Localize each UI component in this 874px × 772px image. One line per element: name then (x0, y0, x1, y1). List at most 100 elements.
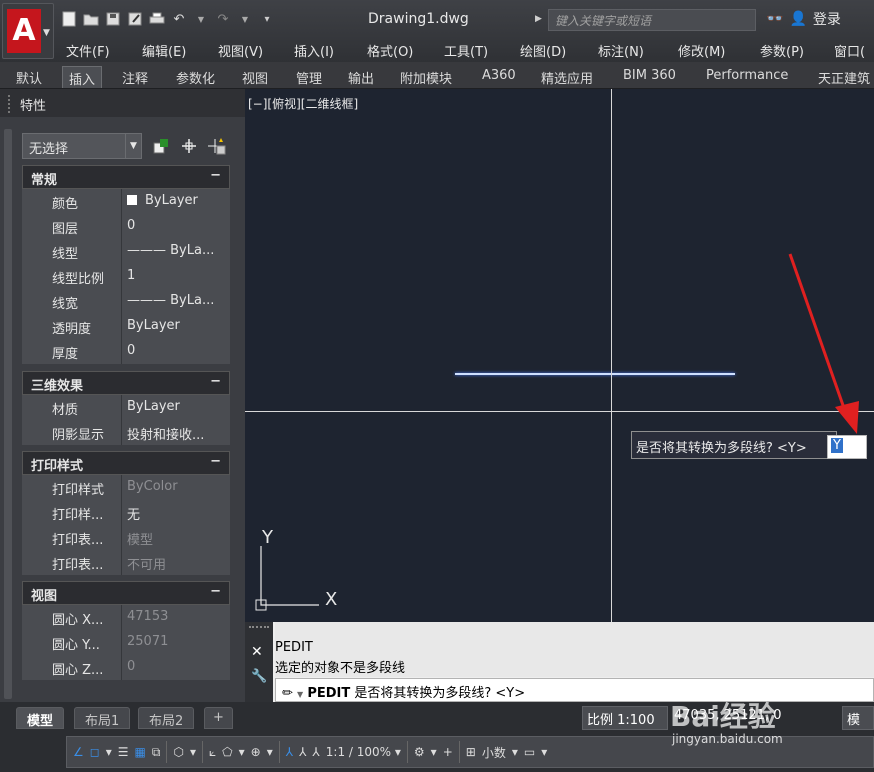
chevron-down-icon[interactable]: ▾ (512, 740, 518, 764)
customize-qat-icon[interactable]: ▾ (258, 10, 276, 28)
zoom-scale[interactable]: 1:1 / 100% ▾ (326, 740, 401, 764)
properties-title[interactable]: 特性 (0, 89, 245, 117)
chevron-down-icon[interactable]: ▾ (106, 740, 112, 764)
new-file-icon[interactable] (60, 10, 78, 28)
palette-scrollbar[interactable] (4, 129, 12, 699)
annotation-scale-icon[interactable]: ⅄ (312, 740, 319, 764)
collapse-icon[interactable]: − (210, 454, 221, 469)
chevron-down-icon[interactable]: ▾ (190, 740, 196, 764)
chevron-down-icon[interactable]: ▾ (239, 740, 245, 764)
dynamic-ucs-icon[interactable]: ⟀ (209, 740, 216, 764)
plus-icon[interactable]: + (443, 740, 453, 764)
section-header[interactable]: 打印样式 − (22, 451, 230, 475)
prop-row[interactable]: 阴影显示 投射和接收... (22, 420, 230, 445)
open-folder-icon[interactable] (82, 10, 100, 28)
tab-annotate[interactable]: 注释 (116, 66, 154, 88)
units-value[interactable]: 小数 (482, 740, 506, 764)
menu-draw[interactable]: 绘图(D) (520, 41, 566, 60)
drawing-viewport[interactable]: [−][俯视][二维线框] Y X 是否将其转换为多段线? <Y> Y (245, 89, 874, 622)
prop-row[interactable]: 圆心 Z... 0 (22, 655, 230, 680)
chevron-down-icon[interactable]: ▾ (541, 740, 547, 764)
tab-model[interactable]: 模型 (16, 707, 65, 729)
command-input[interactable]: ✏ ▼ PEDIT 是否将其转换为多段线? <Y> (275, 678, 874, 702)
collapse-icon[interactable]: − (210, 584, 221, 599)
tab-default[interactable]: 默认 (10, 66, 48, 88)
chevron-down-icon[interactable]: ▾ (267, 740, 273, 764)
prop-row[interactable]: 打印样式 ByColor (22, 475, 230, 500)
redo-icon[interactable]: ↷ (214, 10, 232, 28)
menu-modify[interactable]: 修改(M) (678, 41, 725, 60)
menu-format[interactable]: 格式(O) (367, 41, 413, 60)
prop-row[interactable]: 圆心 X... 47153 (22, 605, 230, 630)
print-icon[interactable] (148, 10, 166, 28)
prop-row[interactable]: 材质 ByLayer (22, 395, 230, 420)
palette-grip[interactable] (8, 95, 14, 113)
menu-tools[interactable]: 工具(T) (444, 41, 488, 60)
add-layout-button[interactable]: + (204, 707, 233, 729)
prop-row[interactable]: 打印样... 无 (22, 500, 230, 525)
selection-cycling-icon[interactable]: ⧉ (152, 740, 161, 764)
prop-row[interactable]: 颜色 ByLayer (22, 189, 230, 214)
menu-insert[interactable]: 插入(I) (294, 41, 334, 60)
prop-row[interactable]: 厚度 0 (22, 339, 230, 364)
tab-manage[interactable]: 管理 (290, 66, 328, 88)
section-header[interactable]: 视图 − (22, 581, 230, 605)
prop-row[interactable]: 线型比例 1 (22, 264, 230, 289)
menu-edit[interactable]: 编辑(E) (142, 41, 186, 60)
units-icon[interactable]: ⊞ (466, 740, 476, 764)
tab-layout1[interactable]: 布局1 (74, 707, 131, 729)
menu-dimension[interactable]: 标注(N) (598, 41, 644, 60)
tab-insert[interactable]: 插入 (62, 66, 103, 88)
quick-select-icon[interactable] (206, 135, 228, 157)
undo-icon[interactable]: ↶ (170, 10, 188, 28)
prop-row[interactable]: 圆心 Y... 25071 (22, 630, 230, 655)
select-objects-icon[interactable] (178, 135, 200, 157)
menu-window[interactable]: 窗口( (834, 41, 865, 60)
tab-tangent[interactable]: 天正建筑 (812, 66, 874, 88)
annotation-scale[interactable]: 比例 1:100 ▾ (582, 706, 668, 743)
login-link[interactable]: 登录 (813, 9, 841, 29)
prop-row[interactable]: 图层 0 (22, 214, 230, 239)
tab-performance[interactable]: Performance (700, 66, 794, 88)
tab-a360[interactable]: A360 (476, 66, 522, 88)
chevron-down-icon[interactable]: ▾ (431, 740, 437, 764)
prop-row[interactable]: 线型 ——— ByLa... (22, 239, 230, 264)
quick-properties-icon[interactable]: ▭ (524, 740, 535, 764)
search-input[interactable]: 键入关键字或短语 (548, 9, 756, 31)
redo-dropdown-icon[interactable]: ▼ (236, 10, 254, 28)
close-icon[interactable]: ✕ (251, 644, 263, 660)
search-arrow-icon[interactable]: ▶ (535, 14, 542, 24)
menu-file[interactable]: 文件(F) (66, 41, 110, 60)
command-grip[interactable]: ✕ 🔧 (245, 622, 273, 702)
model-space-button[interactable]: 模型 (842, 706, 874, 730)
object-snap-icon[interactable]: ◻ (90, 740, 100, 764)
save-as-icon[interactable] (126, 10, 144, 28)
prop-row[interactable]: 打印表... 不可用 (22, 550, 230, 575)
tab-bim360[interactable]: BIM 360 (617, 66, 682, 88)
tab-output[interactable]: 输出 (342, 66, 380, 88)
3d-osnap-icon[interactable]: ⬡ (173, 740, 183, 764)
wrench-icon[interactable]: 🔧 (251, 669, 267, 684)
tab-layout2[interactable]: 布局2 (138, 707, 195, 729)
collapse-icon[interactable]: − (210, 374, 221, 389)
menu-parametric[interactable]: 参数(P) (760, 41, 804, 60)
annotation-visibility-icon[interactable]: ⅄ (286, 740, 293, 764)
auto-scale-icon[interactable]: ⅄ (299, 740, 306, 764)
prop-row[interactable]: 透明度 ByLayer (22, 314, 230, 339)
undo-dropdown-icon[interactable]: ▼ (192, 10, 210, 28)
prop-row[interactable]: 打印表... 模型 (22, 525, 230, 550)
prop-row[interactable]: 线宽 ——— ByLa... (22, 289, 230, 314)
save-icon[interactable] (104, 10, 122, 28)
lineweight-icon[interactable]: ☰ (118, 740, 129, 764)
viewport-controls-label[interactable]: [−][俯视][二维线框] (248, 95, 358, 112)
tab-parametric[interactable]: 参数化 (170, 66, 221, 88)
gear-icon[interactable]: ⚙ (414, 740, 425, 764)
tab-featured-apps[interactable]: 精选应用 (535, 66, 599, 88)
tab-view[interactable]: 视图 (236, 66, 274, 88)
transparency-icon[interactable]: ▦ (135, 740, 146, 764)
section-header[interactable]: 三维效果 − (22, 371, 230, 395)
toggle-pickadd-icon[interactable] (150, 135, 172, 157)
selected-line[interactable] (455, 373, 735, 375)
tab-addins[interactable]: 附加模块 (394, 66, 458, 88)
section-header[interactable]: 常规 − (22, 165, 230, 189)
